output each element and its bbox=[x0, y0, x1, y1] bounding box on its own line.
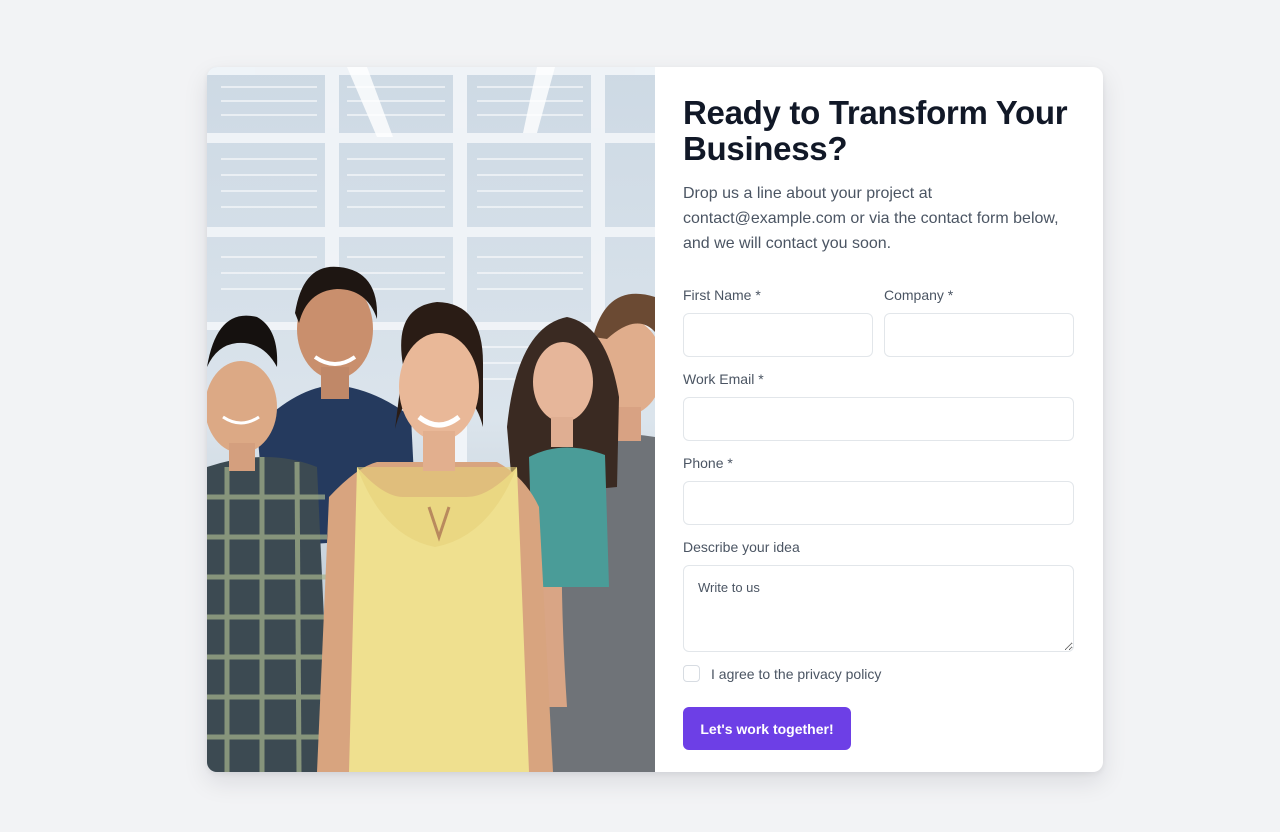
privacy-agreement: I agree to the privacy policy bbox=[683, 665, 1075, 682]
work-email-input[interactable] bbox=[683, 397, 1074, 441]
page-title: Ready to Transform Your Business? bbox=[683, 94, 1068, 167]
phone-field: Phone * bbox=[683, 454, 1074, 525]
company-field: Company * bbox=[884, 286, 1074, 357]
name-company-row: First Name * Company * bbox=[683, 286, 1075, 357]
submit-button[interactable]: Let's work together! bbox=[683, 707, 851, 750]
intro-text: Drop us a line about your project at con… bbox=[683, 185, 1059, 252]
idea-label: Describe your idea bbox=[683, 539, 800, 555]
company-input[interactable] bbox=[884, 313, 1074, 357]
phone-input[interactable] bbox=[683, 481, 1074, 525]
first-name-field: First Name * bbox=[683, 286, 873, 357]
team-photo-illustration bbox=[207, 67, 655, 772]
first-name-input[interactable] bbox=[683, 313, 873, 357]
team-photo bbox=[207, 67, 655, 772]
work-email-label: Work Email * bbox=[683, 371, 764, 387]
privacy-checkbox-label[interactable]: I agree to the privacy policy bbox=[711, 666, 881, 682]
privacy-checkbox[interactable] bbox=[683, 665, 700, 682]
phone-label: Phone * bbox=[683, 455, 733, 471]
first-name-label: First Name * bbox=[683, 287, 761, 303]
company-label: Company * bbox=[884, 287, 954, 303]
idea-textarea[interactable] bbox=[683, 565, 1074, 652]
contact-form-panel: Ready to Transform Your Business? Drop u… bbox=[655, 67, 1103, 772]
idea-field: Describe your idea bbox=[683, 538, 1074, 652]
work-email-field: Work Email * bbox=[683, 370, 1074, 441]
contact-card: Ready to Transform Your Business? Drop u… bbox=[207, 67, 1103, 772]
